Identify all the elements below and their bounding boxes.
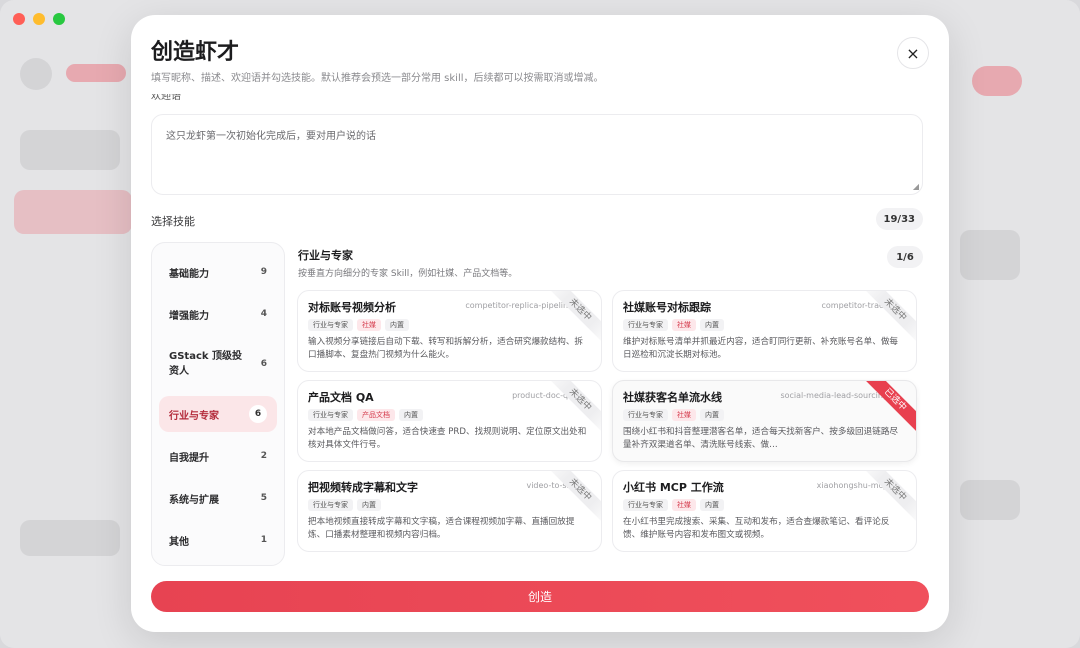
resize-handle-icon[interactable]: ◢ — [913, 182, 919, 191]
category-label: 行业与专家 — [169, 410, 219, 422]
background-block — [972, 66, 1022, 96]
background-block — [960, 480, 1020, 520]
tag-builtin: 内置 — [700, 409, 724, 421]
skill-description: 对本地产品文档做问答，适合快速查 PRD、找规则说明、定位原文出处和核对具体文件… — [308, 427, 587, 450]
category-item-active[interactable]: 行业与专家 6 — [159, 396, 277, 432]
tag-domain: 社媒 — [672, 319, 696, 331]
create-dialog: 创造虾才 填写昵称、描述、欢迎语并勾选技能。默认推荐会预选一部分常用 skill… — [131, 15, 949, 632]
welcome-message-placeholder: 这只龙虾第一次初始化完成后，要对用户说的话 — [166, 131, 376, 142]
section-description: 按垂直方向细分的专家 Skill，例如社媒、产品文档等。 — [298, 269, 518, 279]
skill-card[interactable]: 社媒账号对标跟踪 competitor-track 行业与专家 社媒 内置 维护… — [612, 290, 917, 372]
category-sidebar: 基础能力 9 增强能力 4 GStack 顶级投资人 6 行业与专家 6 自我提… — [151, 242, 285, 566]
category-count: 6 — [260, 359, 267, 369]
tag-builtin: 内置 — [399, 409, 423, 421]
welcome-field-label: 欢迎语 — [151, 94, 181, 102]
tag-domain: 社媒 — [672, 409, 696, 421]
skill-tags: 行业与专家 内置 — [308, 499, 591, 511]
tag-category: 行业与专家 — [308, 499, 353, 511]
tag-category: 行业与专家 — [623, 319, 668, 331]
close-icon: × — [906, 43, 920, 63]
category-item[interactable]: 增强能力 4 — [159, 293, 277, 335]
category-label: 自我提升 — [169, 452, 209, 464]
skill-description: 把本地视频直接转成字幕和文字稿，适合课程视频加字幕、直播回放提炼、口播素材整理和… — [308, 517, 575, 540]
close-button[interactable]: × — [897, 37, 929, 69]
category-label: 其他 — [169, 536, 189, 548]
background-block — [14, 190, 132, 234]
category-item[interactable]: 其他 1 — [159, 519, 277, 561]
skills-label: 选择技能 — [151, 215, 195, 228]
dialog-title: 创造虾才 — [151, 40, 240, 65]
skill-card[interactable]: 对标账号视频分析 competitor-replica-pipeline 行业与… — [297, 290, 602, 372]
tag-builtin: 内置 — [700, 499, 724, 511]
category-item[interactable]: GStack 顶级投资人 6 — [159, 335, 277, 393]
tag-builtin: 内置 — [700, 319, 724, 331]
maximize-window-dot[interactable] — [53, 13, 65, 25]
dialog-subtitle: 填写昵称、描述、欢迎语并勾选技能。默认推荐会预选一部分常用 skill，后续都可… — [151, 73, 604, 84]
background-block — [20, 130, 120, 170]
category-label: GStack 顶级投资人 — [169, 351, 242, 377]
skill-card[interactable]: 小红书 MCP 工作流 xiaohongshu-mcp 行业与专家 社媒 内置 … — [612, 470, 917, 552]
skill-description: 输入视频分享链接后自动下载、转写和拆解分析，适合研究爆款结构、拆口播脚本、复盘热… — [308, 337, 584, 360]
category-count: 2 — [260, 451, 267, 461]
tag-builtin: 内置 — [357, 499, 381, 511]
skill-description: 维护对标账号清单并抓最近内容，适合盯同行更新、补充账号名单、做每日巡检和沉淀长期… — [623, 337, 899, 360]
skill-tags: 行业与专家 社媒 内置 — [623, 409, 906, 421]
section-title: 行业与专家 — [298, 249, 353, 262]
skill-description: 围绕小红书和抖音整理潜客名单，适合每天找新客户、按多级回退链路尽量补齐双渠道名单… — [623, 427, 899, 450]
create-button[interactable]: 创造 — [151, 581, 929, 612]
category-count: 1 — [260, 535, 267, 545]
tag-domain: 社媒 — [672, 499, 696, 511]
background-block — [20, 520, 120, 556]
category-label: 基础能力 — [169, 268, 209, 280]
category-label: 增强能力 — [169, 310, 209, 322]
welcome-message-input[interactable]: 这只龙虾第一次初始化完成后，要对用户说的话 ◢ — [151, 114, 923, 195]
skill-slug: competitor-replica-pipeline — [465, 301, 573, 310]
skill-tags: 行业与专家 社媒 内置 — [623, 499, 906, 511]
background-block — [66, 64, 126, 82]
page-indicator: 1/6 — [887, 246, 923, 268]
skill-slug: social-media-lead-sourcing — [780, 391, 888, 400]
tag-domain: 产品文档 — [357, 409, 395, 421]
tag-category: 行业与专家 — [308, 409, 353, 421]
category-item[interactable]: 系统与扩展 5 — [159, 477, 277, 519]
skill-description: 在小红书里完成搜索、采集、互动和发布，适合查爆款笔记、看评论反馈、维护账号内容和… — [623, 517, 890, 540]
category-label: 系统与扩展 — [169, 494, 219, 506]
category-count: 9 — [260, 267, 267, 277]
skill-tags: 行业与专家 社媒 内置 — [308, 319, 591, 331]
skill-tags: 行业与专家 社媒 内置 — [623, 319, 906, 331]
window-controls — [13, 13, 65, 25]
skill-tags: 行业与专家 产品文档 内置 — [308, 409, 591, 421]
tag-category: 行业与专家 — [623, 499, 668, 511]
category-count: 4 — [260, 309, 267, 319]
background-block — [960, 230, 1020, 280]
skill-card[interactable]: 产品文档 QA product-doc-qa 行业与专家 产品文档 内置 对本地… — [297, 380, 602, 462]
category-count: 6 — [249, 405, 267, 423]
skill-card-selected[interactable]: 社媒获客名单流水线 social-media-lead-sourcing 行业与… — [612, 380, 917, 462]
minimize-window-dot[interactable] — [33, 13, 45, 25]
tag-domain: 社媒 — [357, 319, 381, 331]
tag-builtin: 内置 — [385, 319, 409, 331]
skills-count-badge: 19/33 — [875, 208, 923, 230]
tag-category: 行业与专家 — [308, 319, 353, 331]
tag-category: 行业与专家 — [623, 409, 668, 421]
skill-card[interactable]: 把视频转成字幕和文字 video-to-srt 行业与专家 内置 把本地视频直接… — [297, 470, 602, 552]
category-count: 5 — [260, 493, 267, 503]
category-item[interactable]: 自我提升 2 — [159, 435, 277, 477]
category-item[interactable]: 基础能力 9 — [159, 251, 277, 293]
background-avatar — [20, 58, 52, 90]
close-window-dot[interactable] — [13, 13, 25, 25]
